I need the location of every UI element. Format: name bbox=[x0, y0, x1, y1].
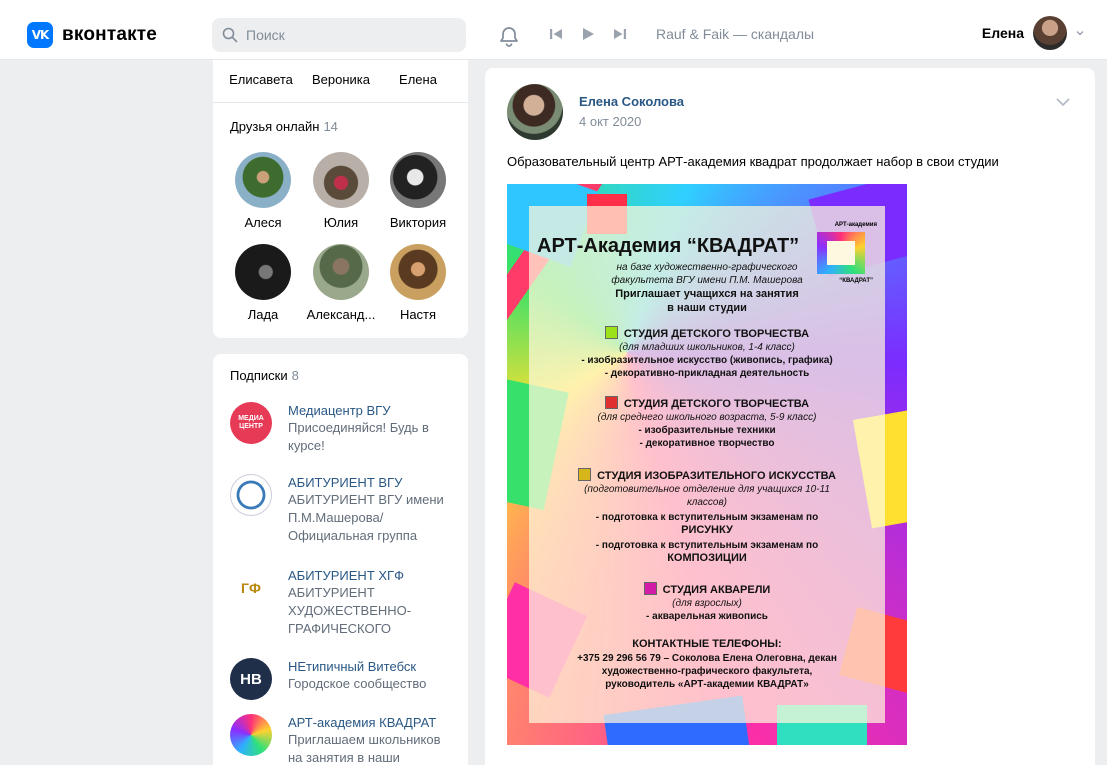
subscriptions-card: Подписки 8 МЕДИА ЦЕНТР Медиацентр ВГУ Прис… bbox=[213, 354, 468, 765]
studio-2-title: СТУДИЯ ДЕТСКОГО ТВОРЧЕСТВА bbox=[529, 396, 885, 411]
subscription-item[interactable]: МЕДИА ЦЕНТР Медиацентр ВГУ Присоединяйся!… bbox=[230, 402, 458, 455]
subscription-name[interactable]: Медиацентр ВГУ bbox=[288, 402, 458, 419]
studio-4-square bbox=[643, 582, 657, 595]
friend-avatar[interactable] bbox=[235, 244, 291, 300]
contacts-title: КОНТАКТНЫЕ ТЕЛЕФОНЫ: bbox=[632, 638, 782, 650]
vk-logo-text: вконтакте bbox=[62, 24, 158, 45]
audio-player bbox=[548, 26, 628, 42]
subscription-name[interactable]: АБИТУРИЕНТ ВГУ bbox=[288, 474, 458, 491]
friend-name[interactable]: Вероника bbox=[301, 72, 381, 87]
friends-online-title[interactable]: Друзья онлайн 14 bbox=[230, 119, 338, 134]
friend-avatar[interactable] bbox=[390, 152, 446, 208]
studio-2-square bbox=[604, 396, 618, 409]
hgf-logo: ГФ bbox=[230, 567, 272, 609]
subscription-name[interactable]: АБИТУРИЕНТ ХГФ bbox=[288, 567, 458, 584]
user-name: Елена bbox=[981, 25, 1024, 41]
chevron-down-icon[interactable] bbox=[1055, 96, 1071, 108]
subscriptions-title[interactable]: Подписки 8 bbox=[230, 368, 299, 383]
studio-1-square bbox=[604, 326, 618, 339]
subscription-item[interactable]: НВ НЕтипичный Витебск Городское сообществ… bbox=[230, 658, 458, 700]
search-input[interactable] bbox=[246, 27, 446, 43]
post-text: Образовательный центр АРТ-академия квадр… bbox=[507, 154, 999, 169]
friend-name[interactable]: Алеся bbox=[221, 215, 305, 230]
post-author-avatar[interactable] bbox=[507, 84, 563, 140]
friend-name[interactable]: Елисавета bbox=[221, 72, 301, 87]
chevron-down-icon bbox=[1076, 31, 1084, 36]
friend-avatar[interactable] bbox=[313, 244, 369, 300]
divider bbox=[213, 102, 468, 103]
friend-name[interactable]: Настя bbox=[376, 307, 460, 322]
post-date[interactable]: 4 окт 2020 bbox=[579, 114, 641, 129]
poster-invite: Приглашает учащихся на занятия bbox=[615, 288, 799, 300]
mediacenter-logo: МЕДИА ЦЕНТР bbox=[230, 402, 272, 444]
poster-subtitle: факультета ВГУ имени П.М. Машерова bbox=[611, 275, 803, 286]
user-avatar bbox=[1033, 16, 1067, 50]
top-bar: VK вконтакте Rauf & Faik — скандалы Елен… bbox=[0, 0, 1107, 60]
search-box[interactable] bbox=[212, 18, 466, 52]
subscription-desc: Присоединяйся! Будь в курсе! bbox=[288, 420, 429, 453]
subscription-name[interactable]: АРТ-академия КВАДРАТ bbox=[288, 714, 458, 731]
subscription-item[interactable]: АБИТУРИЕНТ ВГУ АБИТУРИЕНТ ВГУ имени П.М.М… bbox=[230, 474, 458, 545]
next-track-icon[interactable] bbox=[612, 26, 628, 42]
poster-subtitle: на базе художественно-графического bbox=[616, 262, 798, 273]
subscriptions-label: Подписки bbox=[230, 368, 288, 383]
subscription-desc: АБИТУРИЕНТ ВГУ имени П.М.Машерова/ Офици… bbox=[288, 492, 444, 543]
now-playing-track[interactable]: Rauf & Faik — скандалы bbox=[656, 26, 814, 42]
vk-logo[interactable]: VK вконтакте bbox=[27, 22, 157, 48]
studio-4-title: СТУДИЯ АКВАРЕЛИ bbox=[529, 582, 885, 597]
subscription-desc: Приглашаем школьников на занятия в наши bbox=[288, 732, 441, 765]
friend-name[interactable]: Юлия bbox=[299, 215, 383, 230]
post-image[interactable]: АРТ-академия “КВАДРАТ” АРТ-Академия “КВА… bbox=[507, 184, 907, 745]
subscription-desc: АБИТУРИЕНТ ХУДОЖЕСТВЕННО-ГРАФИЧЕСКОГО bbox=[288, 585, 412, 636]
play-icon[interactable] bbox=[580, 26, 596, 42]
friend-avatar[interactable] bbox=[313, 152, 369, 208]
studio-3-title: СТУДИЯ ИЗОБРАЗИТЕЛЬНОГО ИСКУССТВА bbox=[529, 468, 885, 483]
bell-icon[interactable] bbox=[498, 25, 520, 47]
subscription-desc: Городское сообщество bbox=[288, 676, 427, 691]
friend-name[interactable]: Елена bbox=[378, 72, 458, 87]
subscription-item[interactable]: ГФ АБИТУРИЕНТ ХГФ АБИТУРИЕНТ ХУДОЖЕСТВЕНН… bbox=[230, 567, 458, 638]
vgu-logo bbox=[230, 474, 272, 516]
subscription-item[interactable]: АРТ-академия КВАДРАТ Приглашаем школьнико… bbox=[230, 714, 458, 765]
vk-logo-icon: VK bbox=[27, 22, 53, 48]
friend-name[interactable]: Виктория bbox=[376, 215, 460, 230]
friends-card: Елисавета Вероника Елена Друзья онлайн 14… bbox=[213, 60, 468, 338]
wall-post: Елена Соколова 4 окт 2020 Образовательны… bbox=[485, 68, 1095, 765]
user-menu[interactable]: Елена bbox=[982, 16, 1085, 50]
friend-avatar[interactable] bbox=[235, 152, 291, 208]
friend-name[interactable]: Лада bbox=[221, 307, 305, 322]
poster-content: АРТ-академия “КВАДРАТ” АРТ-Академия “КВА… bbox=[529, 206, 885, 723]
studio-3-square bbox=[578, 468, 592, 481]
post-author-name[interactable]: Елена Соколова bbox=[579, 94, 684, 109]
studio-1-title: СТУДИЯ ДЕТСКОГО ТВОРЧЕСТВА bbox=[529, 326, 885, 341]
friends-online-label: Друзья онлайн bbox=[230, 119, 320, 134]
subscription-name[interactable]: НЕтипичный Витебск bbox=[288, 658, 458, 675]
poster-title: АРТ-Академия “КВАДРАТ” bbox=[537, 235, 800, 257]
friend-name[interactable]: Александ... bbox=[299, 307, 383, 322]
kvadrat-logo bbox=[230, 714, 272, 756]
netipichny-logo: НВ bbox=[230, 658, 272, 700]
poster-invite: в наши студии bbox=[667, 302, 747, 314]
friend-avatar[interactable] bbox=[390, 244, 446, 300]
previous-track-icon[interactable] bbox=[548, 26, 564, 42]
friends-online-count: 14 bbox=[323, 119, 338, 134]
subscriptions-count: 8 bbox=[291, 368, 299, 383]
search-icon bbox=[222, 27, 238, 43]
